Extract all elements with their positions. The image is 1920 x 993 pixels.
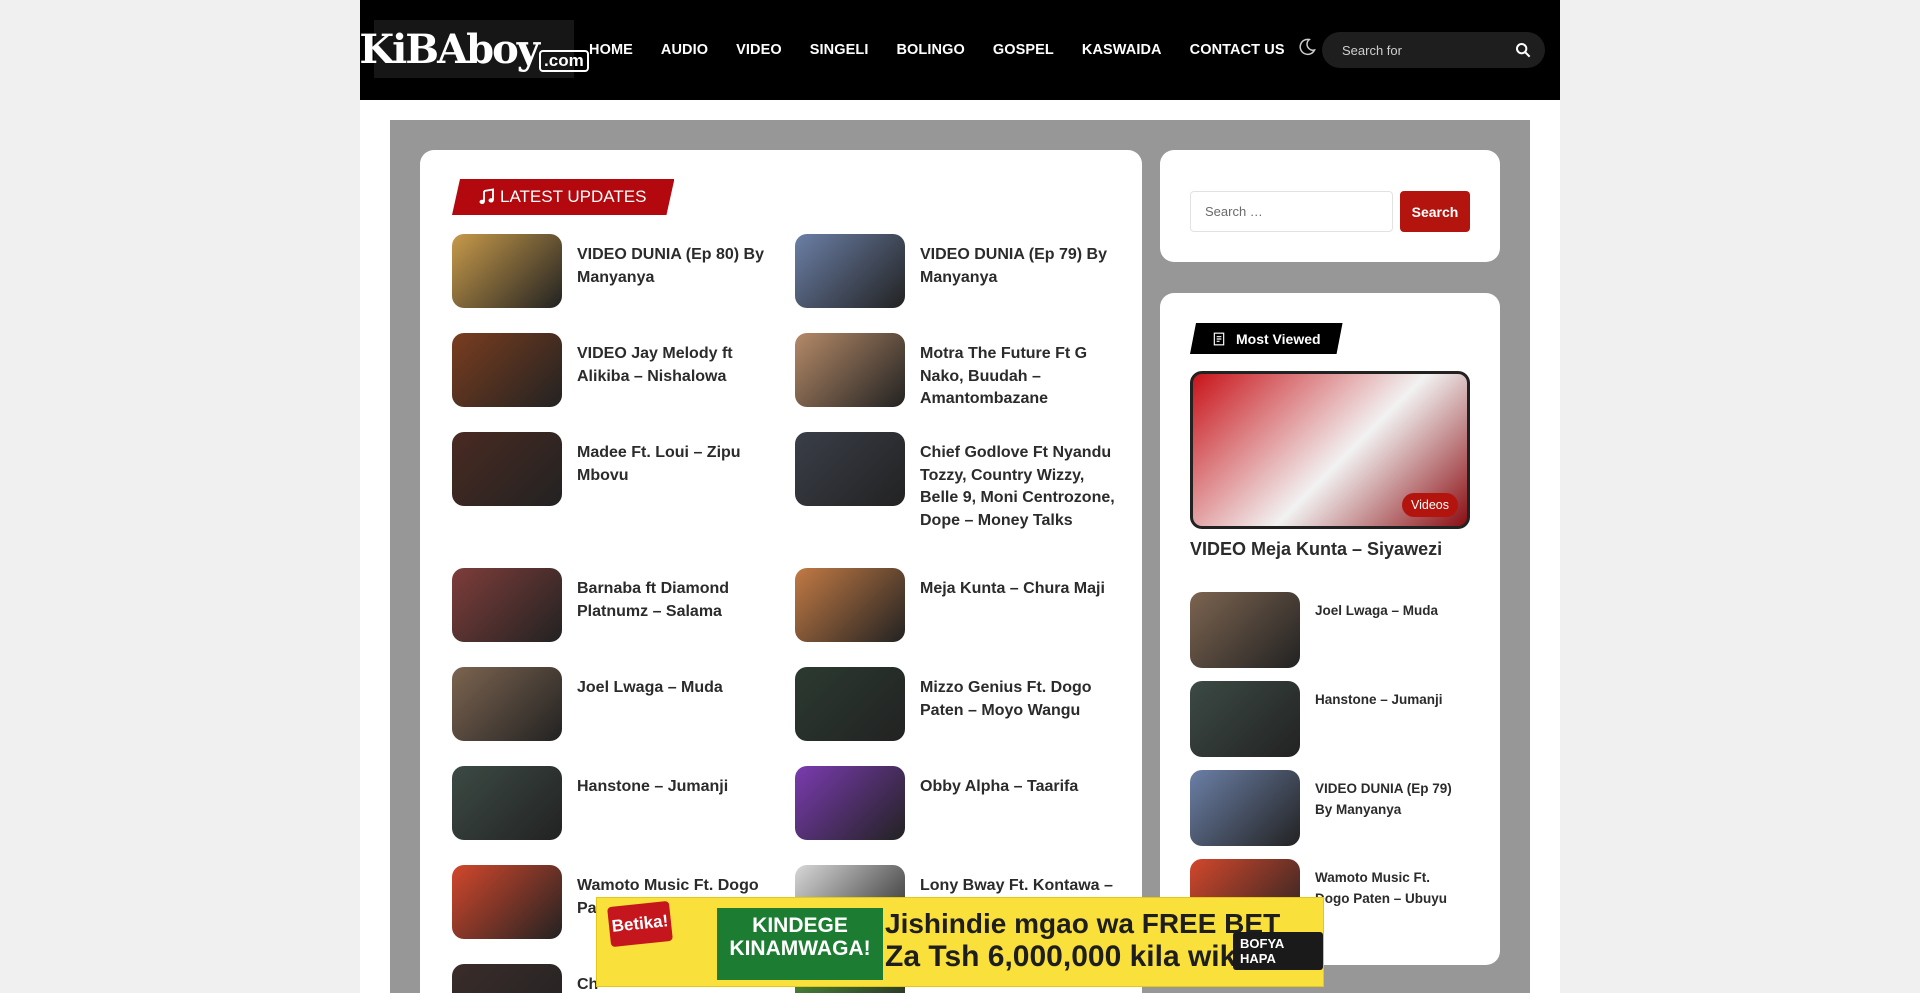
- ad-headline: KINDEGE KINAMWAGA!: [717, 908, 883, 980]
- document-icon: [1212, 332, 1226, 346]
- nav-gospel[interactable]: GOSPEL: [993, 42, 1054, 58]
- post-title[interactable]: Chief Godlove Ft Nyandu Tozzy, Country W…: [920, 442, 1115, 532]
- most-viewed-title-text: Most Viewed: [1236, 330, 1321, 347]
- page-wrapper: KiBAboy .com HOME AUDIO VIDEO SINGELI BOL…: [359, 0, 1560, 993]
- search-icon[interactable]: [1515, 42, 1531, 58]
- most-viewed-item[interactable]: Hanstone – Jumanji: [1190, 681, 1480, 757]
- ad-line-1: Jishindie mgao wa FREE BET: [885, 908, 1281, 939]
- dark-mode-icon[interactable]: [1298, 38, 1316, 56]
- post-title[interactable]: VIDEO DUNIA (Ep 79) By Manyanya: [920, 244, 1115, 289]
- most-viewed-item[interactable]: Joel Lwaga – Muda: [1190, 592, 1480, 668]
- post-title[interactable]: Meja Kunta – Chura Maji: [920, 578, 1115, 601]
- section-title-text: LATEST UPDATES: [500, 187, 647, 206]
- nav-bolingo[interactable]: BOLINGO: [896, 42, 964, 58]
- post-thumbnail[interactable]: [452, 964, 562, 993]
- most-viewed-title: Most Viewed: [1190, 323, 1343, 354]
- section-title: LATEST UPDATES: [452, 179, 674, 215]
- most-viewed-thumbnail[interactable]: [1190, 592, 1300, 668]
- post-thumbnail[interactable]: [795, 333, 905, 407]
- nav-audio[interactable]: AUDIO: [661, 42, 708, 58]
- post-thumbnail[interactable]: [452, 766, 562, 840]
- ad-banner[interactable]: Betika! KINDEGE KINAMWAGA! Jishindie mga…: [596, 897, 1324, 987]
- ad-cta-button[interactable]: BOFYA HAPA: [1233, 932, 1323, 970]
- site-header: KiBAboy .com HOME AUDIO VIDEO SINGELI BOL…: [359, 0, 1560, 100]
- featured-title[interactable]: VIDEO Meja Kunta – Siyawezi: [1190, 539, 1442, 560]
- post-title[interactable]: VIDEO DUNIA (Ep 80) By Manyanya: [577, 244, 772, 289]
- most-viewed-thumbnail[interactable]: [1190, 681, 1300, 757]
- nav-contact-us[interactable]: CONTACT US: [1190, 42, 1285, 58]
- post-thumbnail[interactable]: [795, 766, 905, 840]
- nav-video[interactable]: VIDEO: [736, 42, 782, 58]
- post-title[interactable]: Joel Lwaga – Muda: [577, 677, 772, 700]
- most-viewed-item-title[interactable]: Joel Lwaga – Muda: [1315, 600, 1465, 621]
- post-title[interactable]: Motra The Future Ft G Nako, Buudah – Ama…: [920, 343, 1115, 411]
- sidebar-search-input[interactable]: [1190, 191, 1393, 232]
- site-logo[interactable]: KiBAboy .com: [359, 20, 589, 78]
- header-search-input[interactable]: [1342, 32, 1502, 68]
- logo-suffix: .com: [539, 50, 589, 72]
- most-viewed-item[interactable]: VIDEO DUNIA (Ep 79) By Manyanya: [1190, 770, 1480, 846]
- sidebar-search-widget: Search: [1160, 150, 1500, 262]
- most-viewed-widget: Most Viewed Videos VIDEO Meja Kunta – Si…: [1160, 293, 1500, 965]
- most-viewed-item-title[interactable]: VIDEO DUNIA (Ep 79) By Manyanya: [1315, 778, 1465, 820]
- post-title[interactable]: Barnaba ft Diamond Platnumz – Salama: [577, 578, 772, 623]
- most-viewed-thumbnail[interactable]: [1190, 770, 1300, 846]
- logo-text: KiBAboy: [359, 25, 540, 73]
- post-thumbnail[interactable]: [452, 333, 562, 407]
- post-thumbnail[interactable]: [795, 568, 905, 642]
- post-thumbnail[interactable]: [452, 432, 562, 506]
- most-viewed-item-title[interactable]: Wamoto Music Ft. Dogo Paten – Ubuyu: [1315, 867, 1465, 909]
- main-nav: HOME AUDIO VIDEO SINGELI BOLINGO GOSPEL …: [589, 0, 1313, 100]
- post-thumbnail[interactable]: [452, 667, 562, 741]
- nav-home[interactable]: HOME: [589, 42, 633, 58]
- post-title[interactable]: Hanstone – Jumanji: [577, 776, 772, 799]
- post-title[interactable]: Mizzo Genius Ft. Dogo Paten – Moyo Wangu: [920, 677, 1115, 722]
- nav-kaswaida[interactable]: KASWAIDA: [1082, 42, 1162, 58]
- ad-line-2: Za Tsh 6,000,000 kila wiki!: [885, 940, 1255, 973]
- post-title[interactable]: VIDEO Jay Melody ft Alikiba – Nishalowa: [577, 343, 772, 388]
- nav-singeli[interactable]: SINGELI: [810, 42, 869, 58]
- post-thumbnail[interactable]: [452, 568, 562, 642]
- ad-brand-logo: Betika!: [607, 900, 673, 948]
- featured-thumbnail[interactable]: Videos: [1190, 371, 1470, 529]
- category-badge[interactable]: Videos: [1402, 493, 1458, 517]
- latest-updates-card: LATEST UPDATES VIDEO DUNIA (Ep 80) By Ma…: [420, 150, 1142, 993]
- post-thumbnail[interactable]: [795, 432, 905, 506]
- post-thumbnail[interactable]: [795, 234, 905, 308]
- post-title[interactable]: Obby Alpha – Taarifa: [920, 776, 1115, 799]
- sidebar-search-button[interactable]: Search: [1400, 191, 1470, 232]
- header-search: [1322, 32, 1545, 68]
- music-note-icon: [478, 188, 496, 206]
- post-title[interactable]: Madee Ft. Loui – Zipu Mbovu: [577, 442, 772, 487]
- post-thumbnail[interactable]: [452, 865, 562, 939]
- post-thumbnail[interactable]: [452, 234, 562, 308]
- post-thumbnail[interactable]: [795, 667, 905, 741]
- most-viewed-item-title[interactable]: Hanstone – Jumanji: [1315, 689, 1465, 710]
